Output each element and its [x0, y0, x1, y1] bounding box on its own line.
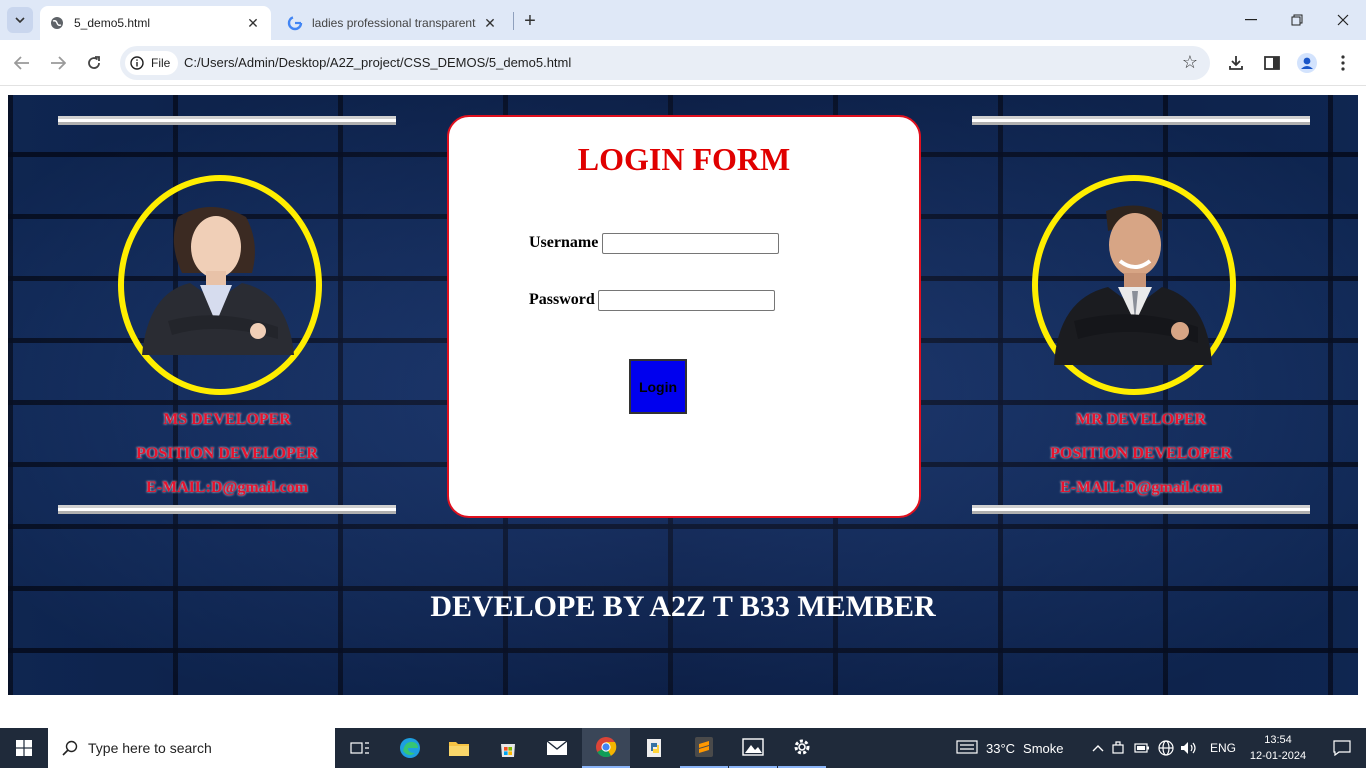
- microsoft-store-icon[interactable]: [484, 728, 532, 768]
- username-label: Username: [529, 234, 599, 251]
- login-button[interactable]: Login: [629, 359, 687, 414]
- password-label: Password: [529, 291, 595, 308]
- address-bar[interactable]: File C:/Users/Admin/Desktop/A2Z_project/…: [120, 46, 1210, 80]
- tab-title: 5_demo5.html: [74, 16, 151, 30]
- taskbar-search[interactable]: Type here to search: [48, 728, 335, 768]
- clock-time: 13:54: [1264, 734, 1292, 746]
- left-position: POSITION DEVELOPER: [136, 445, 318, 462]
- left-name: MS DEVELOPER: [163, 411, 291, 428]
- mr-developer-photo: [1048, 203, 1218, 370]
- tab-strip: 5_demo5.html ✕ ladies professional trans…: [0, 0, 1366, 40]
- window-close-icon[interactable]: [1320, 0, 1366, 40]
- profile-avatar-icon[interactable]: [1294, 50, 1320, 76]
- close-tab-icon[interactable]: ✕: [243, 13, 263, 33]
- file-explorer-icon[interactable]: [435, 728, 483, 768]
- clock[interactable]: 13:54 12-01-2024: [1248, 732, 1308, 764]
- search-placeholder: Type here to search: [88, 740, 212, 756]
- task-view-icon[interactable]: [336, 728, 384, 768]
- weather-icon: [956, 739, 978, 757]
- restore-icon[interactable]: [1274, 0, 1320, 40]
- system-tray: ENG: [1090, 728, 1236, 768]
- browser-toolbar: File C:/Users/Admin/Desktop/A2Z_project/…: [0, 40, 1366, 86]
- tab-google-search[interactable]: ladies professional transparent ✕: [278, 6, 508, 40]
- notification-icon[interactable]: [1318, 728, 1366, 768]
- info-icon: [125, 51, 149, 75]
- volume-icon[interactable]: [1178, 741, 1200, 755]
- weather-temp: 33°C: [986, 740, 1016, 756]
- clock-date: 12-01-2024: [1249, 750, 1307, 762]
- windows-start-icon[interactable]: [0, 728, 48, 768]
- minimize-icon[interactable]: [1228, 0, 1274, 40]
- file-scheme-label: File: [149, 51, 179, 75]
- battery-icon[interactable]: [1130, 743, 1154, 753]
- left-email: E-MAIL:D@gmail.com: [146, 479, 308, 496]
- network-globe-icon[interactable]: [1154, 740, 1178, 756]
- bookmark-star-icon[interactable]: ☆: [1182, 52, 1198, 73]
- url-text[interactable]: C:/Users/Admin/Desktop/A2Z_project/CSS_D…: [184, 55, 571, 70]
- top-right-divider: [972, 116, 1310, 125]
- close-tab-icon[interactable]: ✕: [480, 13, 500, 33]
- chrome-icon[interactable]: [582, 728, 630, 768]
- login-card: LOGIN FORM Username Password Login: [447, 115, 921, 518]
- google-icon: [287, 15, 303, 31]
- bottom-left-divider: [58, 505, 396, 514]
- bottom-right-divider: [972, 505, 1310, 514]
- new-tab-button[interactable]: +: [518, 9, 542, 33]
- password-field[interactable]: [598, 290, 775, 311]
- tab-separator: [513, 12, 514, 30]
- taskbar: Type here to search 33°C Smoke ENG 13:54…: [0, 728, 1366, 768]
- meet-now-icon[interactable]: [1106, 741, 1130, 755]
- edge-icon[interactable]: [386, 728, 434, 768]
- mail-icon[interactable]: [533, 728, 581, 768]
- top-left-divider: [58, 116, 396, 125]
- download-icon[interactable]: [1223, 50, 1249, 76]
- tab-search-menu-button[interactable]: [7, 7, 33, 33]
- right-name: MR DEVELOPER: [1075, 411, 1207, 428]
- username-field[interactable]: [602, 233, 779, 254]
- tab-title: ladies professional transparent: [312, 16, 476, 30]
- tab-demo5[interactable]: 5_demo5.html ✕: [40, 6, 271, 40]
- back-icon[interactable]: [8, 49, 36, 77]
- weather-widget[interactable]: 33°C Smoke: [956, 728, 1064, 768]
- language-indicator[interactable]: ENG: [1210, 741, 1236, 755]
- globe-icon: [49, 15, 65, 31]
- weather-condition: Smoke: [1023, 740, 1064, 756]
- menu-kebab-icon[interactable]: [1330, 50, 1356, 76]
- right-email: E-MAIL:D@gmail.com: [1060, 479, 1222, 496]
- page-viewport: MS DEVELOPER POSITION DEVELOPER E-MAIL:D…: [8, 95, 1358, 695]
- form-title: LOGIN FORM: [577, 141, 791, 177]
- ms-developer-photo: [138, 203, 298, 360]
- search-icon: [62, 740, 78, 756]
- settings-gear-icon[interactable]: [778, 728, 826, 768]
- footer-credit: DEVELOPE BY A2Z T B33 MEMBER: [430, 590, 936, 623]
- forward-icon[interactable]: [44, 49, 72, 77]
- python-icon[interactable]: [631, 728, 679, 768]
- side-panel-icon[interactable]: [1259, 50, 1285, 76]
- reload-icon[interactable]: [80, 49, 108, 77]
- right-position: POSITION DEVELOPER: [1050, 445, 1232, 462]
- sublime-text-icon[interactable]: [680, 728, 728, 768]
- chevron-up-icon[interactable]: [1090, 744, 1106, 752]
- photos-icon[interactable]: [729, 728, 777, 768]
